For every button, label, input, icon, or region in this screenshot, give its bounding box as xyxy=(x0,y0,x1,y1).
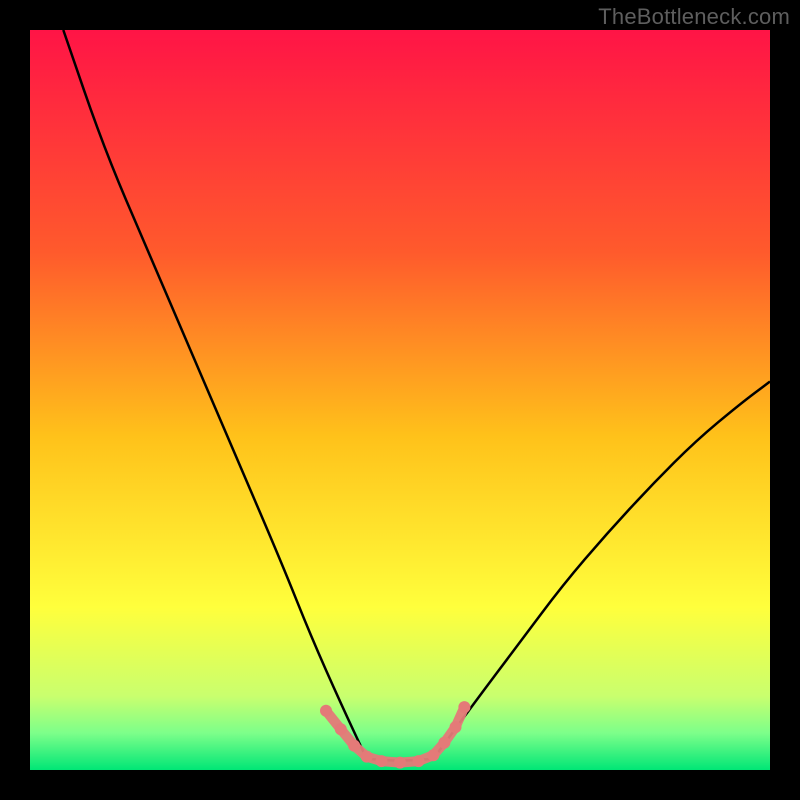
valley-marker xyxy=(450,721,462,733)
valley-marker xyxy=(394,757,406,769)
valley-marker xyxy=(348,740,360,752)
valley-marker xyxy=(376,755,388,767)
bottleneck-chart xyxy=(0,0,800,800)
valley-marker xyxy=(438,737,450,749)
valley-marker xyxy=(413,755,425,767)
plot-panel xyxy=(30,30,770,770)
valley-marker xyxy=(335,723,347,735)
valley-marker xyxy=(361,751,373,763)
valley-marker xyxy=(320,705,332,717)
watermark-text: TheBottleneck.com xyxy=(598,4,790,30)
valley-marker xyxy=(427,749,439,761)
valley-marker xyxy=(458,701,470,713)
chart-frame: TheBottleneck.com xyxy=(0,0,800,800)
